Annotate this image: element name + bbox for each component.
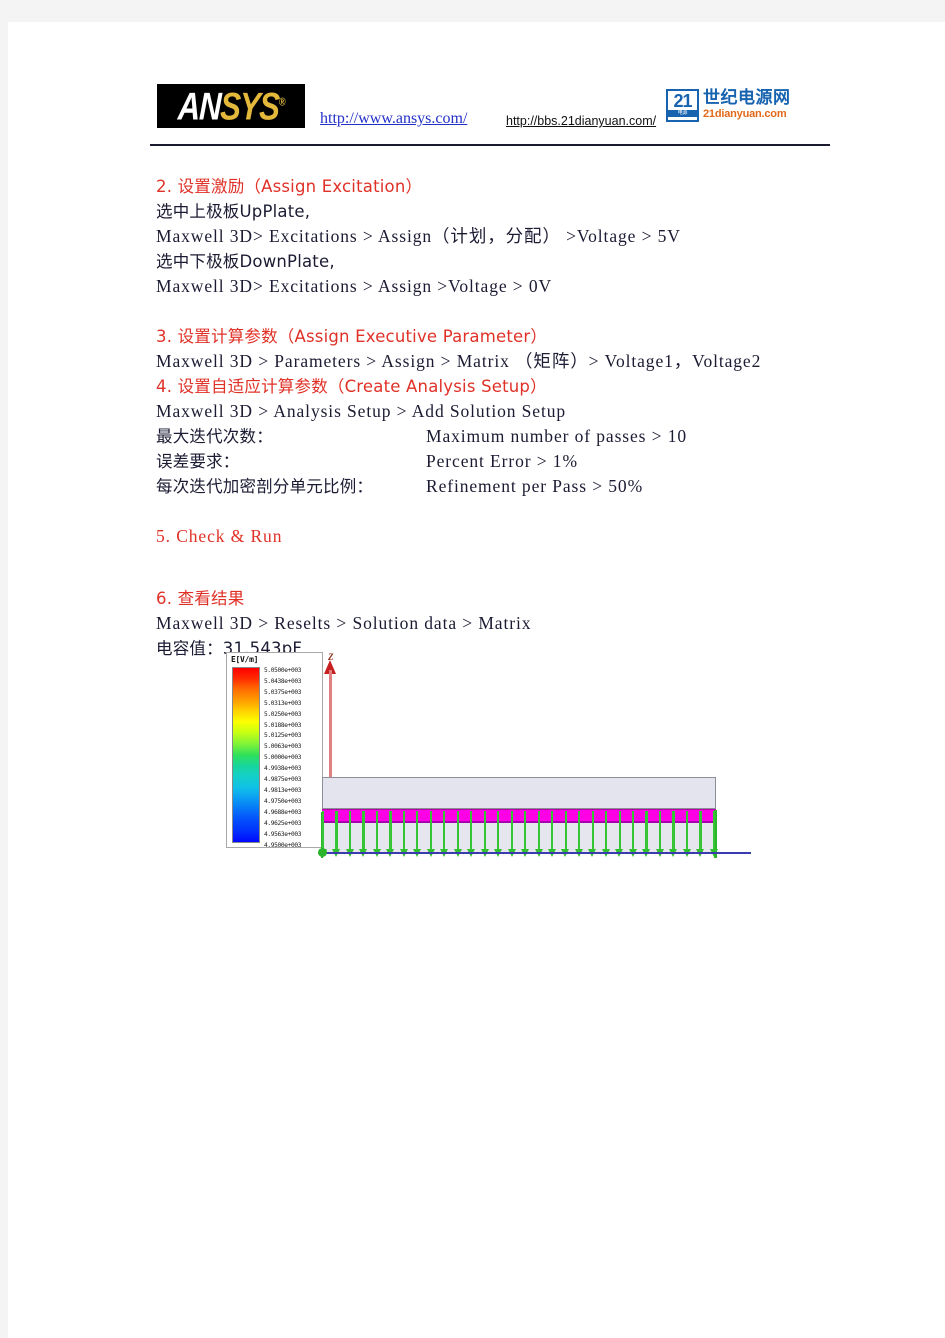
dielectric-region [322, 777, 716, 809]
document-page: ANSYS® http://www.ansys.com/ http://bbs.… [8, 22, 945, 1338]
field-vector-arrow [389, 811, 392, 853]
dianyuan-badge-icon: 21 电源 [666, 88, 699, 122]
ground-baseline [318, 852, 751, 854]
setup-value-refinement: Refinement per Pass > 50% [426, 476, 644, 496]
header-divider [150, 144, 830, 146]
field-vector-arrow [564, 811, 567, 853]
field-vector-arrow [685, 811, 689, 853]
field-vector-arrow [591, 811, 594, 853]
setup-label-percent-error: 误差要求： [156, 452, 240, 471]
field-vector-arrow [497, 811, 500, 853]
setup-row-max-passes: 最大迭代次数： Maximum number of passes > 10 [156, 424, 876, 449]
efield-plot-figure: E[V/m] 5.0500e+003 5.0438e+003 5.0375e+003… [226, 652, 751, 872]
field-vector-arrow [551, 811, 554, 853]
section-4-heading: 4. 设置自适应计算参数（Create Analysis Setup） [156, 377, 547, 396]
setup-row-refinement: 每次迭代加密剖分单元比例： Refinement per Pass > 50% [156, 474, 876, 499]
field-vector-arrow [416, 811, 419, 853]
dianyuan-forum-link[interactable]: http://bbs.21dianyuan.com/ [506, 114, 656, 128]
document-body: 2. 设置激励（Assign Excitation） 选中上极板UpPlate,… [156, 174, 876, 661]
field-vector-arrow [402, 811, 405, 853]
section-2-line-1: 选中上极板UpPlate, [156, 202, 311, 221]
field-vector-arrow [348, 811, 352, 853]
field-vector-arrow [658, 811, 662, 853]
field-vector-arrow [672, 811, 675, 853]
setup-value-max-passes: Maximum number of passes > 10 [426, 426, 688, 446]
field-vector-arrow [483, 811, 486, 853]
section-2-heading: 2. 设置激励（Assign Excitation） [156, 177, 423, 196]
page-header: ANSYS® http://www.ansys.com/ http://bbs.… [150, 72, 830, 160]
setup-label-refinement: 每次迭代加密剖分单元比例： [156, 477, 374, 496]
z-axis-label: Z [328, 652, 334, 662]
dianyuan-logo-chinese: 世纪电源网 [703, 88, 791, 108]
ansys-logo-text: ANSYS® [177, 84, 285, 128]
field-vector-arrow [375, 811, 379, 853]
legend-color-bar [232, 667, 260, 843]
section-6-line-1: Maxwell 3D > Reselts > Solution data > M… [156, 613, 532, 633]
section-4-line-1: Maxwell 3D > Analysis Setup > Add Soluti… [156, 401, 567, 421]
field-vector-arrow [712, 811, 716, 853]
section-6-heading: 6. 查看结果 [156, 589, 245, 608]
setup-value-percent-error: Percent Error > 1% [426, 451, 578, 471]
field-vector-arrow [321, 811, 325, 853]
upper-plate [322, 809, 716, 823]
legend-title: E[V/m] [231, 655, 259, 664]
field-plot-scene: Z [308, 652, 751, 872]
header-content: ANSYS® http://www.ansys.com/ http://bbs.… [150, 72, 830, 146]
dianyuan-logo-text: 世纪电源网 21dianyuan.com [703, 89, 791, 121]
field-vector-arrow [537, 811, 540, 853]
field-vector-arrow [429, 811, 432, 853]
field-vector-arrow [699, 811, 702, 853]
section-2-line-4: Maxwell 3D> Excitations > Assign >Voltag… [156, 276, 553, 296]
field-vector-arrow [632, 811, 635, 853]
field-vector-arrow [578, 811, 581, 853]
dianyuan-logo-english: 21dianyuan.com [703, 108, 787, 120]
field-vector-arrow [470, 811, 473, 853]
setup-label-max-passes: 最大迭代次数： [156, 427, 273, 446]
dianyuan-logo: 21 电源 世纪电源网 21dianyuan.com [666, 84, 818, 126]
origin-marker [318, 848, 327, 857]
ansys-logo-an: AN [177, 84, 222, 128]
field-vector-arrow [443, 811, 446, 853]
ansys-logo: ANSYS® [157, 84, 305, 128]
field-vector-arrow [645, 811, 648, 853]
ansys-website-link[interactable]: http://www.ansys.com/ [320, 110, 467, 128]
section-5-heading: 5. Check & Run [156, 526, 283, 546]
field-vector-arrow [605, 811, 608, 853]
field-vector-arrow [335, 811, 338, 853]
dianyuan-badge-number: 21 [673, 90, 692, 111]
section-2-line-2: Maxwell 3D> Excitations > Assign（计划，分配） … [156, 226, 681, 246]
section-2-line-3: 选中下极板DownPlate, [156, 252, 335, 271]
field-vector-arrow [618, 811, 621, 853]
setup-row-percent-error: 误差要求： Percent Error > 1% [156, 449, 876, 474]
ansys-logo-trademark: ® [278, 94, 285, 108]
dianyuan-badge-sub: 电源 [668, 109, 697, 117]
field-vector-arrow [510, 811, 513, 853]
field-vector-arrow [524, 811, 527, 853]
section-3-heading: 3. 设置计算参数（Assign Executive Parameter） [156, 327, 548, 346]
ansys-logo-sys: SYS [219, 84, 280, 128]
field-vector-arrow [362, 811, 365, 853]
field-vector-arrow [456, 811, 459, 853]
section-3-line-1: Maxwell 3D > Parameters > Assign > Matri… [156, 351, 762, 371]
